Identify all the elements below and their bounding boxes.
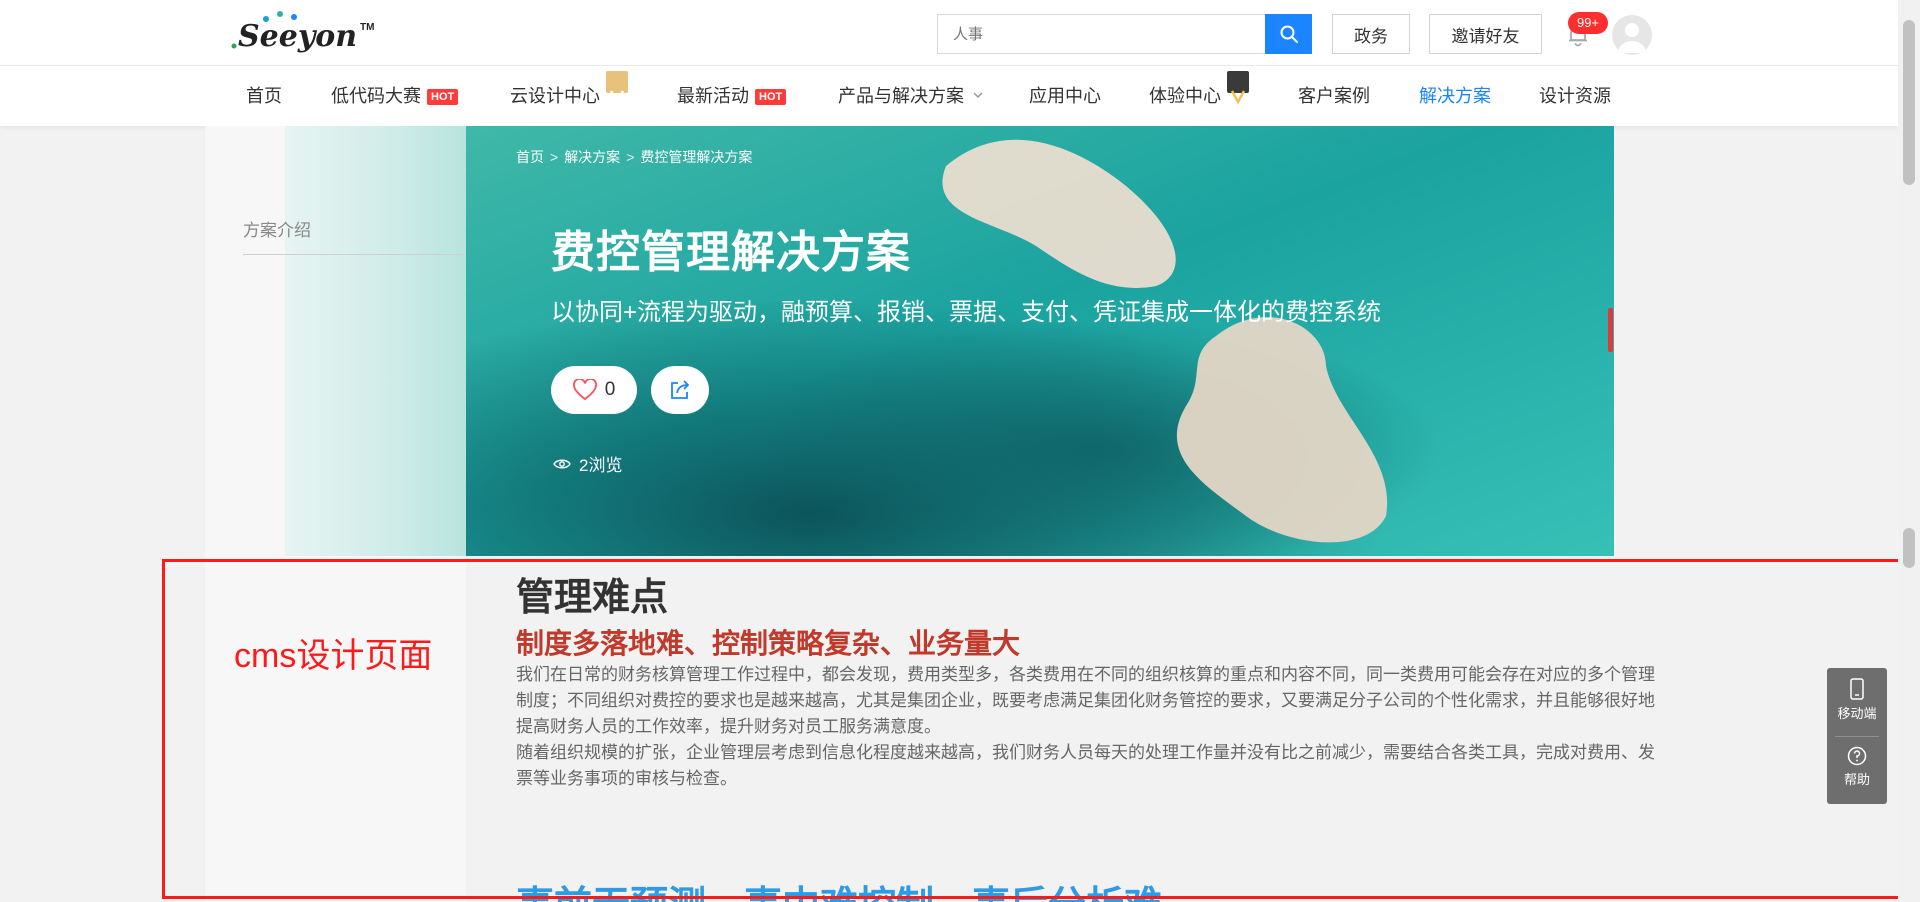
breadcrumb-solutions[interactable]: 解决方案 [564, 149, 620, 165]
invite-friends-button[interactable]: 邀请好友 [1429, 14, 1542, 54]
nav-item-design-resources[interactable]: 设计资源 [1539, 66, 1611, 126]
v-badge-icon [1227, 71, 1249, 105]
eye-icon [553, 459, 571, 468]
hero-banner [466, 126, 1614, 556]
view-count-label: 2浏览 [579, 456, 623, 475]
svg-text:Seeyon: Seeyon [238, 19, 357, 54]
help-icon [1847, 746, 1867, 766]
breadcrumb-separator: > [626, 149, 635, 165]
page-title: 费控管理解决方案 [551, 228, 911, 277]
hero-background-image [466, 126, 1614, 556]
nav-item-customer-cases[interactable]: 客户案例 [1298, 66, 1370, 126]
mobile-icon [1850, 678, 1864, 700]
svg-text:TM: TM [360, 22, 374, 33]
notification-badge: 99+ [1568, 12, 1608, 34]
sidebar-tab-intro[interactable]: 方案介绍 [243, 216, 311, 241]
v-badge-icon [606, 71, 628, 105]
mobile-button[interactable]: 移动端 [1827, 678, 1887, 722]
divider [243, 254, 465, 255]
seeyon-logo[interactable]: Seeyon TM [228, 10, 378, 54]
search-button[interactable] [1265, 14, 1312, 54]
hot-badge: HOT [427, 89, 459, 105]
user-icon [1618, 23, 1646, 53]
share-icon [671, 380, 690, 399]
top-header: Seeyon TM 政务 邀请好友 99+ [0, 0, 1898, 66]
page-subtitle: 以协同+流程为驱动，融预算、报销、票据、支付、凭证集成一体化的费控系统 [551, 299, 1382, 326]
nav-item-products[interactable]: 产品与解决方案 [838, 66, 984, 126]
scroll-marker [1608, 308, 1613, 352]
help-label: 帮助 [1843, 772, 1870, 787]
chevron-down-icon [973, 92, 983, 99]
nav-item-cloud-design[interactable]: 云设计中心 [510, 66, 628, 126]
main-nav: 首页 低代码大赛 HOT 云设计中心 最新活动 HOT 产品与解决方案 应用中心 体… [0, 66, 1898, 126]
like-count: 0 [604, 379, 616, 400]
search-icon [1280, 25, 1298, 43]
annotation-box [162, 559, 1915, 899]
nav-item-solutions[interactable]: 解决方案 [1419, 66, 1491, 126]
page: Seeyon TM 政务 邀请好友 99+ 首页 [0, 0, 1920, 902]
floating-toolbar: 移动端 帮助 [1827, 668, 1887, 804]
search-box [937, 14, 1267, 54]
breadcrumb-current: 费控管理解决方案 [640, 149, 753, 165]
breadcrumb-separator: > [550, 149, 559, 165]
nav-item-app-center[interactable]: 应用中心 [1029, 66, 1101, 126]
sidebar-decoration [285, 126, 467, 556]
search-input[interactable] [938, 15, 1266, 53]
annotation-label: cms设计页面 [234, 637, 433, 675]
heart-icon [572, 379, 597, 401]
nav-item-experience-center[interactable]: 体验中心 [1149, 66, 1249, 126]
gov-button[interactable]: 政务 [1332, 14, 1410, 54]
nav-item-latest-events[interactable]: 最新活动 HOT [677, 66, 787, 126]
breadcrumb: 首页 > 解决方案 > 费控管理解决方案 [516, 147, 752, 167]
inner-scroll-thumb[interactable] [1903, 528, 1915, 568]
mobile-label: 移动端 [1837, 706, 1877, 721]
help-button[interactable]: 帮助 [1827, 746, 1887, 788]
nav-item-lowcode-contest[interactable]: 低代码大赛 HOT [331, 66, 459, 126]
avatar[interactable] [1612, 15, 1652, 55]
like-button[interactable]: 0 [551, 366, 637, 414]
hot-badge: HOT [755, 89, 787, 105]
view-count: 2浏览 [553, 451, 622, 476]
breadcrumb-home[interactable]: 首页 [516, 149, 544, 165]
divider [1835, 736, 1879, 737]
scrollbar-thumb[interactable] [1903, 20, 1915, 185]
share-button[interactable] [651, 366, 709, 414]
nav-item-home[interactable]: 首页 [246, 66, 282, 126]
